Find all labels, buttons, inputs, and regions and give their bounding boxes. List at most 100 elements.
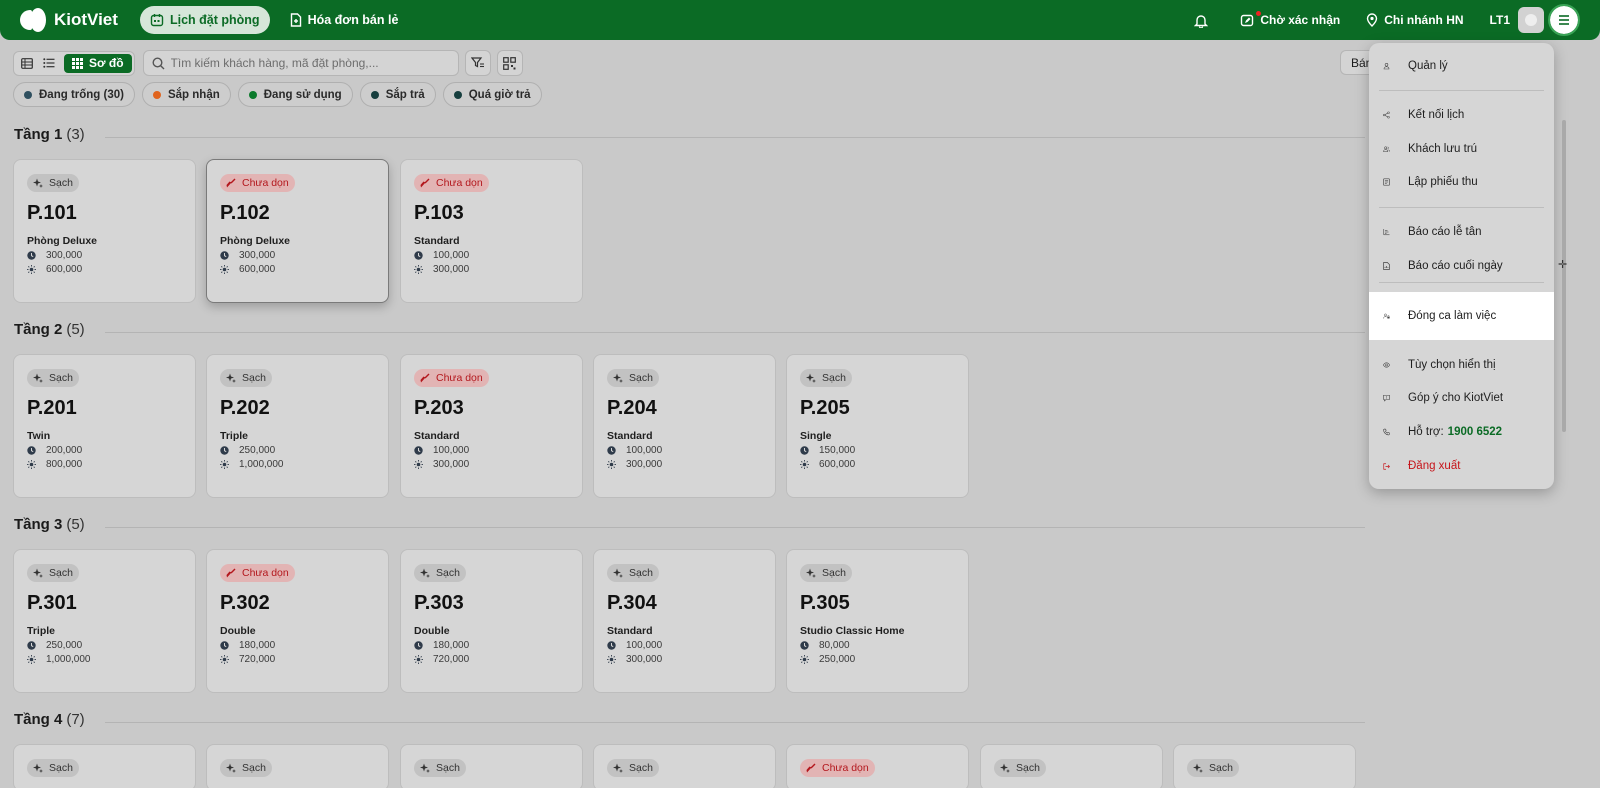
- status-dot: [152, 90, 161, 99]
- table-view-button[interactable]: [16, 54, 38, 73]
- status-chip[interactable]: Sắp nhận: [141, 82, 231, 107]
- room-card[interactable]: Sạch: [400, 744, 583, 788]
- status-label: Sạch: [436, 762, 460, 774]
- hourly-price: 100,000: [414, 250, 569, 261]
- menu-item[interactable]: Lập phiếu thu: [1369, 165, 1554, 199]
- menu-item[interactable]: Tùy chọn hiển thị: [1369, 348, 1554, 382]
- broom-icon: [420, 178, 433, 188]
- price-value: 1,000,000: [239, 459, 284, 470]
- menu-item[interactable]: Đăng xuất: [1369, 449, 1554, 483]
- room-card[interactable]: Sạch: [1173, 744, 1356, 788]
- list-view-button[interactable]: [38, 54, 60, 73]
- floor-name: Tầng 1: [14, 126, 63, 143]
- menu-item[interactable]: Hỗ trợ: 1900 6522: [1369, 415, 1554, 449]
- cleaning-status-badge: Sạch: [994, 759, 1046, 777]
- sun-icon: [607, 460, 621, 469]
- sparkle-icon: [1000, 763, 1013, 773]
- menu-item-label: Báo cáo lễ tân: [1408, 226, 1482, 238]
- price-value: 80,000: [819, 640, 850, 651]
- status-label: Sạch: [49, 762, 73, 774]
- status-chip[interactable]: Đang trống (30): [13, 82, 135, 107]
- filter-button[interactable]: [464, 50, 491, 76]
- room-card[interactable]: Sạch: [980, 744, 1163, 788]
- status-chip[interactable]: Quá giờ trả: [442, 82, 542, 107]
- menu-item-label: Tùy chọn hiển thị: [1408, 359, 1496, 371]
- broom-icon: [420, 373, 433, 383]
- bell-icon: [1194, 14, 1209, 28]
- tab-retail-invoice[interactable]: Hóa đơn bán lẻ: [280, 6, 409, 34]
- menu-item[interactable]: Báo cáo lễ tân: [1369, 215, 1554, 249]
- status-label: Sạch: [49, 177, 73, 189]
- users-icon: [1383, 142, 1399, 156]
- room-card[interactable]: Chưa dọn P.102 Phòng Deluxe 300,000 600,…: [206, 159, 389, 303]
- price-value: 180,000: [433, 640, 470, 651]
- kiotviet-logo-icon: [20, 8, 46, 32]
- menu-item-label: Quản lý: [1408, 60, 1448, 72]
- notification-bell[interactable]: [1194, 13, 1214, 28]
- scrollbar[interactable]: [1558, 42, 1568, 788]
- room-card[interactable]: Chưa dọn P.203 Standard 100,000 300,000: [400, 354, 583, 498]
- price-value: 100,000: [626, 445, 663, 456]
- room-card[interactable]: Chưa dọn P.302 Double 180,000 720,000: [206, 549, 389, 693]
- sparkle-icon: [33, 568, 46, 578]
- map-view-button[interactable]: Sơ đồ: [64, 53, 132, 73]
- sparkle-icon: [806, 568, 819, 578]
- room-card[interactable]: Sạch P.304 Standard 100,000 300,000: [593, 549, 776, 693]
- search-box[interactable]: [142, 50, 459, 76]
- clock-icon: [800, 446, 814, 455]
- sparkle-icon: [613, 568, 626, 578]
- room-card[interactable]: Sạch P.305 Studio Classic Home 80,000 25…: [786, 549, 969, 693]
- receipt-icon: [1383, 175, 1399, 189]
- menu-item[interactable]: Báo cáo cuối ngày: [1369, 249, 1554, 283]
- room-card[interactable]: Chưa dọn: [786, 744, 969, 788]
- room-card[interactable]: Sạch P.301 Triple 250,000 1,000,000: [13, 549, 196, 693]
- room-card[interactable]: Sạch: [13, 744, 196, 788]
- price-value: 300,000: [239, 250, 276, 261]
- scroll-thumb[interactable]: [1562, 120, 1566, 432]
- pending-confirmation[interactable]: Chờ xác nhận: [1240, 10, 1340, 27]
- menu-item[interactable]: Kết nối lịch: [1369, 98, 1554, 132]
- menu-divider: [1379, 282, 1544, 283]
- clock-icon: [220, 251, 234, 260]
- price-value: 100,000: [433, 445, 470, 456]
- location-icon: [1367, 13, 1378, 27]
- status-chip[interactable]: Sắp trả: [359, 82, 436, 107]
- logo[interactable]: KiotViet: [20, 8, 130, 32]
- hourly-price: 200,000: [27, 445, 182, 456]
- menu-item[interactable]: Góp ý cho KiotViet: [1369, 381, 1554, 415]
- room-card[interactable]: Sạch P.303 Double 180,000 720,000: [400, 549, 583, 693]
- room-card[interactable]: Sạch: [206, 744, 389, 788]
- room-card[interactable]: Sạch P.202 Triple 250,000 1,000,000: [206, 354, 389, 498]
- room-card[interactable]: Sạch P.204 Standard 100,000 300,000: [593, 354, 776, 498]
- sun-icon: [800, 460, 814, 469]
- cleaning-status-badge: Sạch: [27, 759, 79, 777]
- tab-booking-calendar[interactable]: Lịch đặt phòng: [140, 6, 270, 34]
- room-number: P.305: [800, 592, 850, 614]
- status-label: Sạch: [1016, 762, 1040, 774]
- user-account[interactable]: LT1: [1490, 7, 1544, 33]
- price-value: 800,000: [46, 459, 83, 470]
- edit-calendar-icon: [1241, 14, 1254, 27]
- qr-button[interactable]: [496, 50, 523, 76]
- status-chip[interactable]: Đang sử dụng: [237, 82, 353, 107]
- hamburger-menu-button[interactable]: [1548, 4, 1580, 36]
- room-number: P.101: [27, 202, 77, 224]
- sun-icon: [800, 655, 814, 664]
- menu-item[interactable]: Quản lý: [1369, 49, 1554, 83]
- room-card[interactable]: Sạch P.205 Single 150,000 600,000: [786, 354, 969, 498]
- cleaning-status-badge: Sạch: [27, 369, 79, 387]
- toolbar: Sơ đồ: [13, 50, 523, 76]
- invoice-icon: [290, 13, 301, 27]
- menu-item[interactable]: Khách lưu trú: [1369, 132, 1554, 166]
- cleaning-status-badge: Sạch: [220, 759, 272, 777]
- room-card[interactable]: Chưa dọn P.103 Standard 100,000 300,000: [400, 159, 583, 303]
- branch-selector[interactable]: Chi nhánh HN: [1366, 13, 1464, 27]
- cleaning-status-badge: Sạch: [27, 564, 79, 582]
- room-card[interactable]: Sạch P.201 Twin 200,000 800,000: [13, 354, 196, 498]
- support-phone[interactable]: 1900 6522: [1448, 426, 1502, 438]
- room-card[interactable]: Sạch P.101 Phòng Deluxe 300,000 600,000: [13, 159, 196, 303]
- menu-item[interactable]: Đóng ca làm việc: [1369, 292, 1554, 340]
- room-card[interactable]: Sạch: [593, 744, 776, 788]
- menu-item-label: Hỗ trợ:: [1408, 426, 1444, 438]
- search-input[interactable]: [170, 56, 441, 70]
